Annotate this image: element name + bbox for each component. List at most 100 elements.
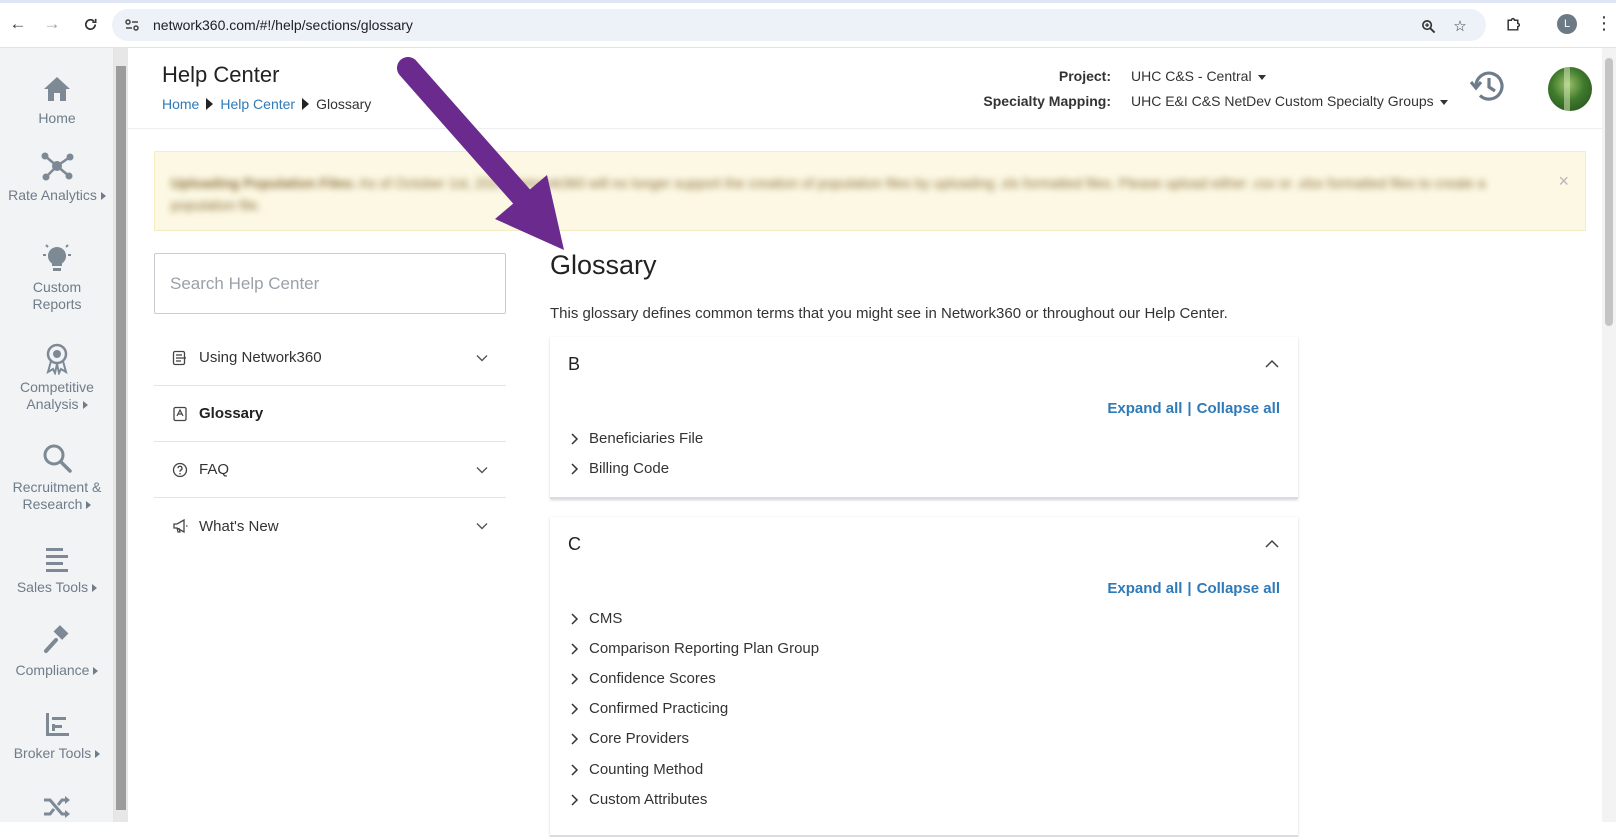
gavel-icon [44,625,69,653]
tab-strip [0,0,1616,3]
section-letter: B [568,354,581,374]
lines-icon [46,548,68,572]
caret-right-icon [86,501,92,510]
glossary-term[interactable]: CMS [568,610,622,627]
caret-right-icon [95,750,101,759]
document-lines-icon [172,350,186,365]
chevron-right-icon [571,462,579,475]
page-scrollbar[interactable] [1602,48,1616,822]
section-letter: C [568,534,581,554]
forward-icon[interactable]: → [42,14,62,34]
chevron-right-icon [571,612,579,625]
alert-message: Uploading Population Files: As of Octobe… [171,175,1486,213]
sidebar-scrollbar[interactable] [114,48,128,822]
book-icon [173,406,187,421]
caret-right-icon [82,401,88,410]
chevron-right-icon [571,672,579,685]
glossary-term[interactable]: Comparison Reporting Plan Group [568,640,819,657]
expand-all-link[interactable]: Expand all [1107,400,1182,417]
app-sidebar: Home Rate Analytics Custom Reports Compe… [0,48,114,822]
glossary-term[interactable]: Confidence Scores [568,670,716,687]
browser-menu-icon[interactable]: ⋮ [1595,13,1613,34]
breadcrumb-home-link[interactable]: Home [162,96,199,112]
alert-close-button[interactable]: × [1558,171,1569,192]
award-icon [46,343,68,375]
glossary-term[interactable]: Core Providers [568,730,689,747]
url-text[interactable]: network360.com/#!/help/sections/glossary [153,17,413,33]
glossary-term[interactable]: Billing Code [568,460,669,477]
alert-banner: Uploading Population Files: As of Octobe… [154,151,1586,231]
caret-right-icon [100,192,106,201]
rail-item-competitive-analysis[interactable]: Competitive Analysis [0,341,114,413]
rail-item-label: Competitive Analysis [20,379,94,412]
search-help-center-input[interactable] [154,253,506,314]
reload-icon[interactable] [80,14,100,34]
breadcrumb-separator-icon [302,98,310,110]
site-settings-icon[interactable] [124,17,140,33]
breadcrumb-help-center-link[interactable]: Help Center [220,96,295,112]
breadcrumb-separator-icon [206,98,214,110]
help-nav-item-glossary[interactable]: Glossary [154,386,506,442]
glossary-heading: Glossary [550,250,657,280]
rail-item-home[interactable]: Home [0,72,114,127]
glossary-term[interactable]: Beneficiaries File [568,430,703,447]
sidebar-scrollbar-thumb[interactable] [116,66,126,810]
bookmark-star-icon[interactable]: ☆ [1450,16,1470,36]
project-dropdown[interactable]: UHC C&S - Central [1131,68,1266,84]
rail-item-rate-analytics[interactable]: Rate Analytics [0,149,114,204]
rail-item-custom-reports[interactable]: Custom Reports [0,241,114,313]
chevron-down-icon [476,467,488,474]
page-title: Help Center [162,62,280,87]
network-icon [41,152,74,181]
question-circle-icon [172,462,188,477]
glossary-section-c: C Expand all | Collapse all CMS Comparison… [550,517,1298,837]
rail-item-shuffle[interactable] [0,790,114,828]
breadcrumb: Home Help Center Glossary [162,96,371,112]
caret-down-icon [1439,99,1448,105]
glossary-term[interactable]: Counting Method [568,761,703,778]
rail-item-label: Rate Analytics [8,187,97,203]
chevron-right-icon [571,793,579,806]
collapse-all-link[interactable]: Collapse all [1197,580,1280,597]
help-nav-item-whats-new[interactable]: What's New [154,498,506,554]
section-actions: Expand all | Collapse all [1107,580,1280,597]
rail-item-label: Custom Reports [32,279,82,312]
back-icon[interactable]: ← [8,14,28,34]
help-nav-label: Glossary [199,405,264,422]
collapse-all-link[interactable]: Collapse all [1197,400,1280,417]
glossary-description: This glossary defines common terms that … [550,305,1228,322]
search-icon [43,444,72,473]
rail-item-label: Home [38,110,76,126]
rail-item-broker-tools[interactable]: Broker Tools [0,707,114,762]
rail-item-compliance[interactable]: Compliance [0,624,114,679]
expand-all-link[interactable]: Expand all [1107,580,1182,597]
chevron-up-icon[interactable] [1264,356,1280,372]
chevron-down-icon [476,523,488,530]
chevron-down-icon [476,355,488,362]
specialty-mapping-label: Specialty Mapping: [983,93,1111,109]
chevron-right-icon [571,432,579,445]
help-nav-item-faq[interactable]: FAQ [154,442,506,498]
rail-item-recruitment-research[interactable]: Recruitment & Research [0,441,114,513]
shuffle-icon [44,796,70,818]
browser-profile-avatar[interactable]: L [1557,14,1577,34]
action-separator: | [1187,400,1192,417]
history-icon[interactable] [1468,66,1508,106]
glossary-term[interactable]: Confirmed Practicing [568,700,728,717]
rail-item-sales-tools[interactable]: Sales Tools [0,541,114,596]
chevron-up-icon[interactable] [1264,536,1280,552]
help-nav-label: FAQ [199,461,230,478]
user-avatar[interactable] [1548,67,1592,111]
project-label: Project: [1058,68,1111,84]
page-scrollbar-thumb[interactable] [1605,58,1613,326]
help-nav-item-using-network360[interactable]: Using Network360 [154,330,506,386]
zoom-icon[interactable] [1418,16,1438,36]
lightbulb-icon [43,244,71,271]
rail-item-label: Sales Tools [16,579,89,595]
header-divider [128,128,1616,129]
extensions-icon[interactable] [1503,14,1523,34]
glossary-term[interactable]: Custom Attributes [568,791,707,808]
chevron-right-icon [571,702,579,715]
specialty-mapping-dropdown[interactable]: UHC E&I C&S NetDev Custom Specialty Grou… [1131,93,1448,109]
address-bar[interactable]: network360.com/#!/help/sections/glossary… [112,9,1486,41]
